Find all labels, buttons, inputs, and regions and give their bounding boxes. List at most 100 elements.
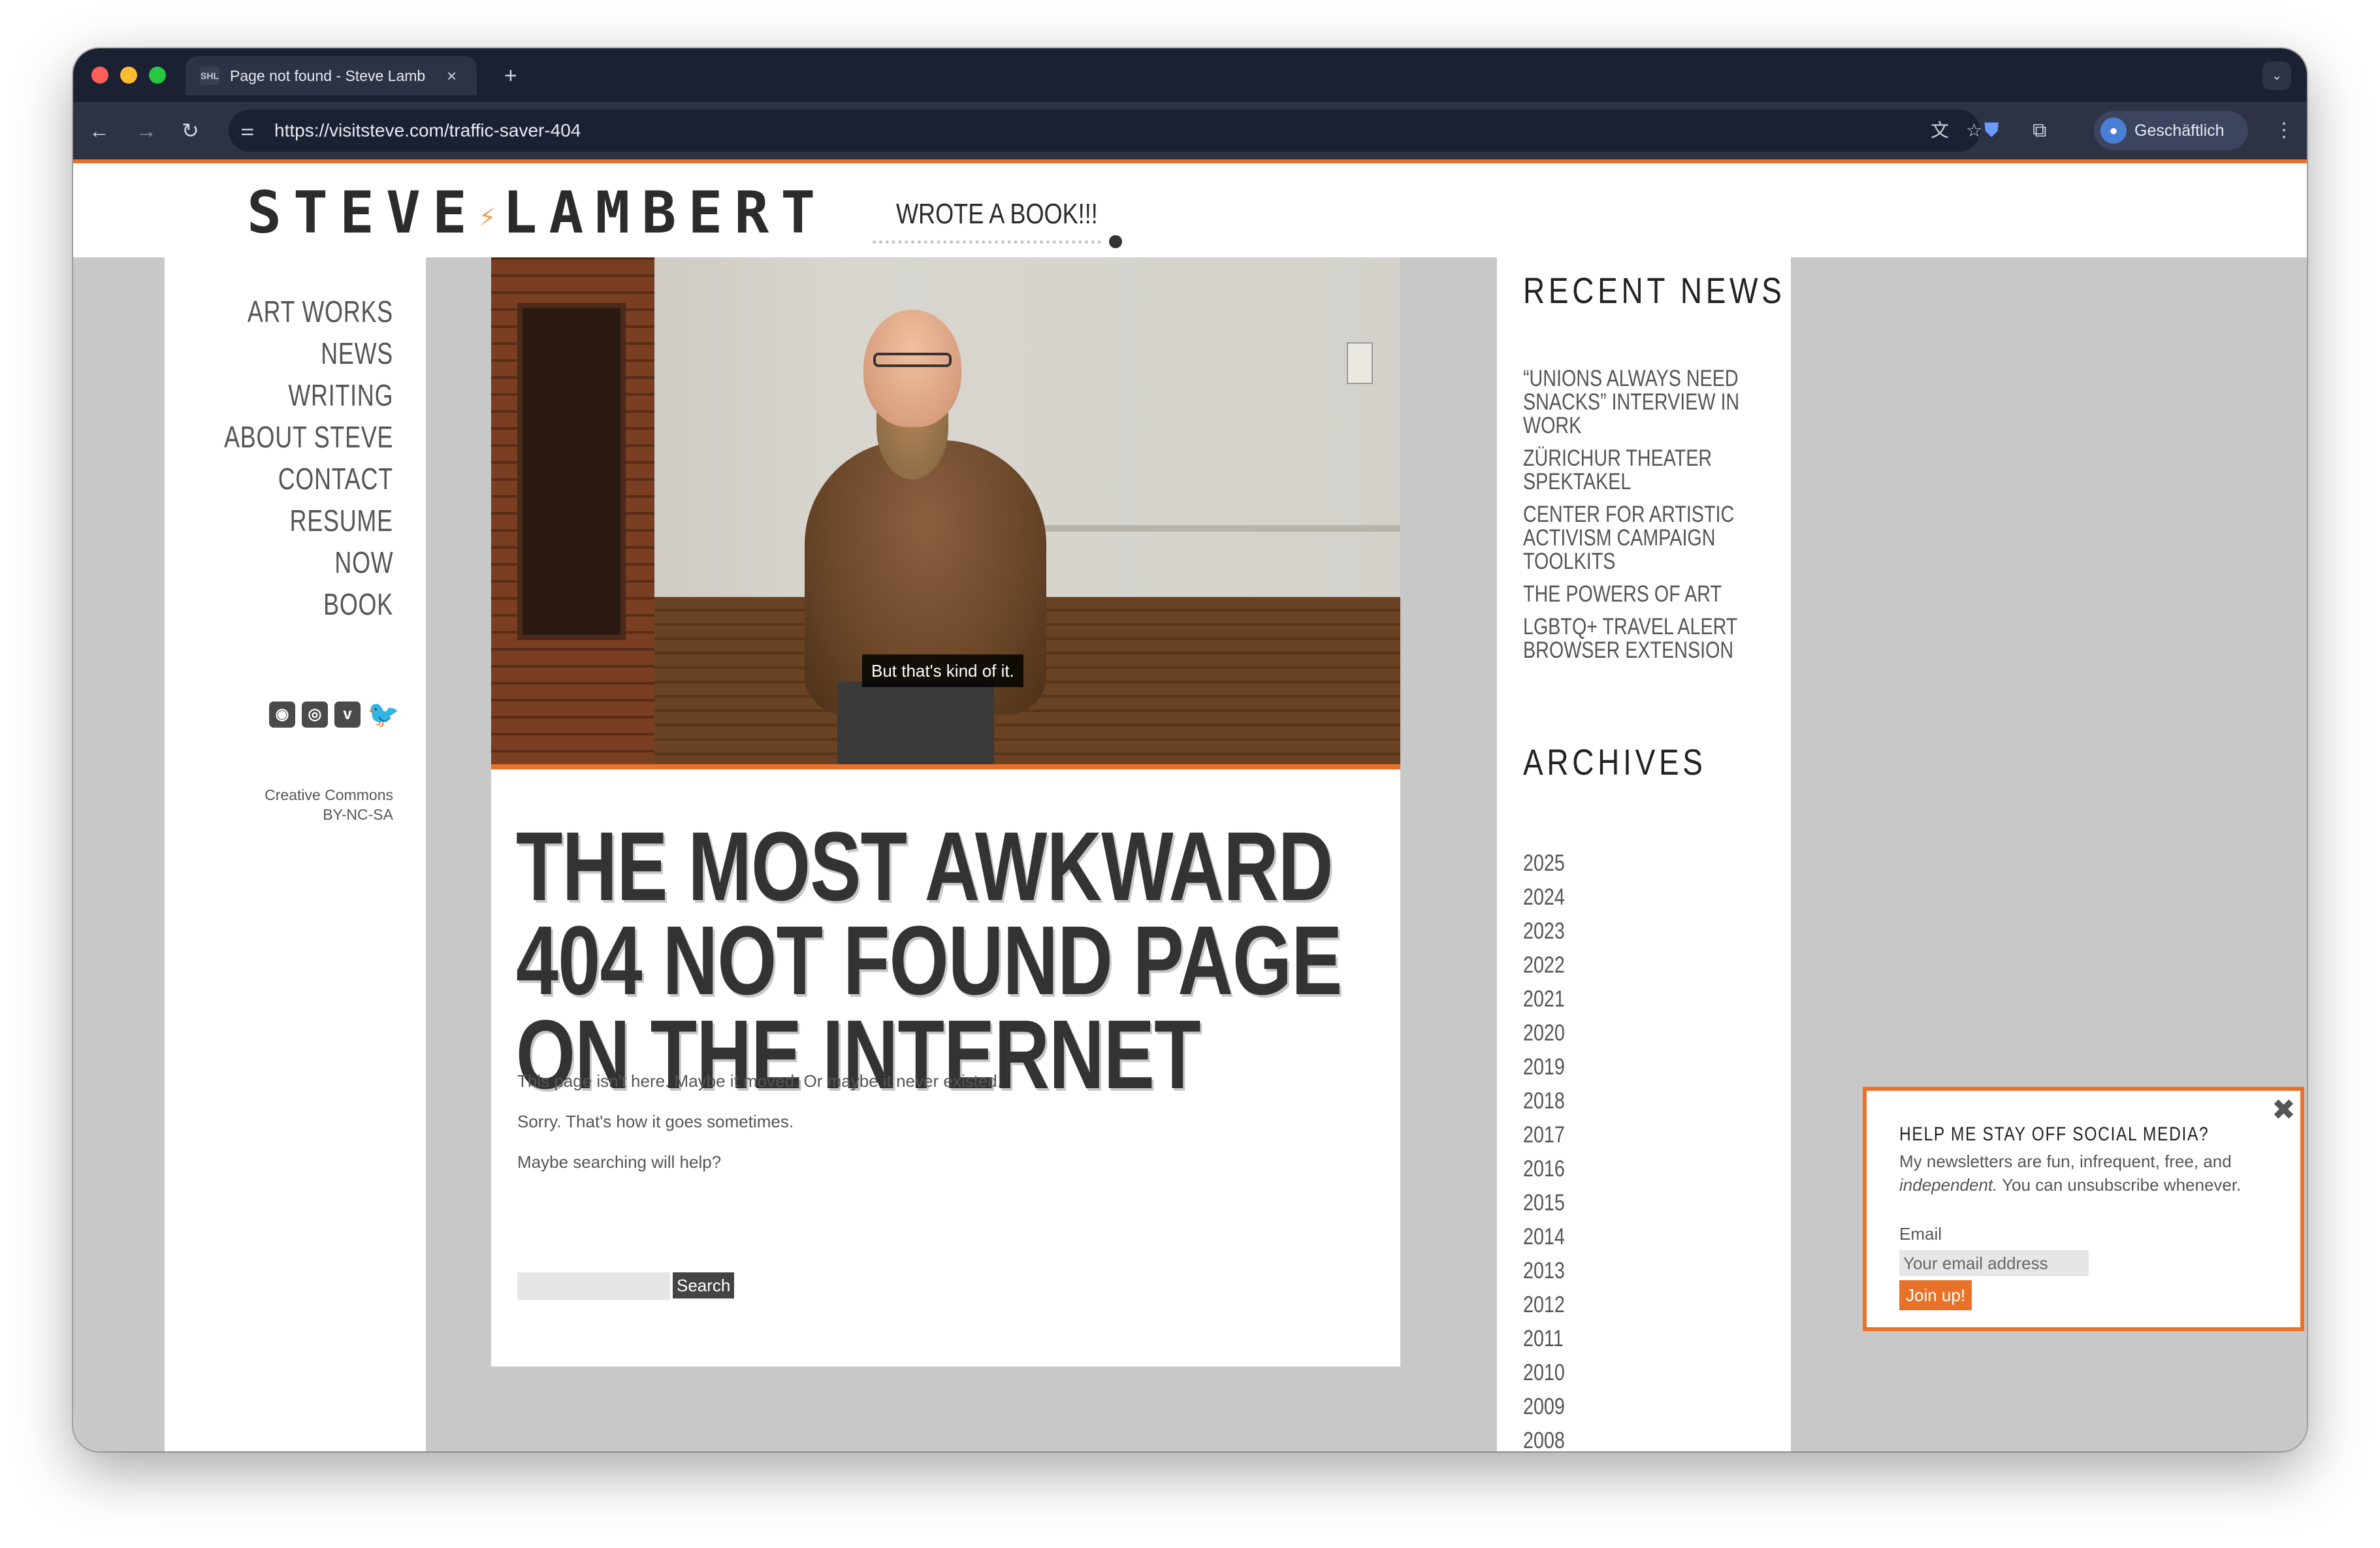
nav-item-art-works[interactable]: ART WORKS: [248, 294, 393, 329]
book-link-dot: [1109, 235, 1122, 248]
video-window: [517, 303, 626, 640]
archive-year[interactable]: 2017: [1523, 1122, 1565, 1148]
nav-item-contact[interactable]: CONTACT: [278, 461, 393, 496]
archive-year[interactable]: 2009: [1523, 1394, 1565, 1420]
archive-year[interactable]: 2013: [1523, 1258, 1565, 1284]
archive-year[interactable]: 2012: [1523, 1292, 1565, 1318]
close-icon[interactable]: ×: [447, 56, 457, 95]
email-field[interactable]: [1899, 1250, 2089, 1276]
archive-year[interactable]: 2016: [1523, 1156, 1565, 1182]
chevron-down-icon[interactable]: ⌄: [2262, 61, 2291, 90]
person-pants: [837, 682, 994, 767]
kebab-menu-icon[interactable]: ⋮: [2274, 102, 2294, 159]
person-glasses: [873, 353, 952, 367]
close-icon[interactable]: ✖: [2272, 1096, 2296, 1125]
newsletter-desc-emphasis: independent.: [1899, 1175, 1998, 1195]
site-header: STEVE⚡LAMBERT WROTE A BOOK!!!: [73, 159, 2307, 257]
newsletter-desc-part-1: My newsletters are fun, infrequent, free…: [1899, 1152, 2232, 1171]
archive-year[interactable]: 2018: [1523, 1088, 1565, 1114]
license-line-1: Creative Commons: [265, 786, 393, 803]
close-window-button[interactable]: [91, 67, 108, 84]
archive-year[interactable]: 2023: [1523, 918, 1565, 944]
left-sidebar: ART WORKS NEWS WRITING ABOUT STEVE CONTA…: [165, 257, 426, 1451]
archive-year[interactable]: 2021: [1523, 986, 1565, 1012]
logo-left: STEVE: [247, 179, 479, 246]
new-tab-icon[interactable]: +: [504, 56, 517, 95]
archive-year[interactable]: 2025: [1523, 850, 1565, 877]
social-links: ◉ ◎ v 🐦: [269, 701, 400, 730]
right-sidebar: RECENT NEWS “UNIONS ALWAYS NEED SNACKS” …: [1497, 257, 1791, 1451]
avatar: ●: [2100, 118, 2127, 144]
reload-icon[interactable]: ↻: [182, 102, 199, 159]
license-line-2: BY-NC-SA: [323, 806, 393, 823]
nav-item-writing[interactable]: WRITING: [288, 378, 393, 413]
join-up-button[interactable]: Join up!: [1899, 1280, 1972, 1310]
profile-button[interactable]: ● Geschäftlich: [2094, 111, 2248, 150]
nav-item-about-steve[interactable]: ABOUT STEVE: [224, 419, 393, 455]
archive-year[interactable]: 2014: [1523, 1224, 1565, 1250]
news-item-artistic-activism[interactable]: CENTER FOR ARTISTIC ACTIVISM CAMPAIGN TO…: [1523, 503, 1759, 573]
news-item-unions[interactable]: “UNIONS ALWAYS NEED SNACKS” INTERVIEW IN…: [1523, 367, 1759, 438]
paragraph-not-here: This page isn't here. Maybe it moved. Or…: [517, 1071, 1002, 1091]
no-smoking-sign: [1347, 342, 1373, 384]
maximize-window-button[interactable]: [149, 67, 166, 84]
twitter-icon[interactable]: 🐦: [367, 701, 400, 728]
url-text[interactable]: https://visitsteve.com/traffic-saver-404: [274, 110, 581, 152]
archive-year[interactable]: 2019: [1523, 1054, 1565, 1080]
archive-year[interactable]: 2010: [1523, 1360, 1565, 1386]
shield-extension-icon[interactable]: ⛊: [1984, 102, 1999, 159]
profile-label: Geschäftlich: [2134, 121, 2225, 140]
video-accent-border: [491, 764, 1400, 769]
star-icon[interactable]: ☆: [1966, 110, 1982, 152]
video-caption: But that's kind of it.: [862, 654, 1023, 687]
back-arrow-icon[interactable]: ←: [89, 102, 110, 159]
lightning-bolt-icon: ⚡: [478, 200, 503, 234]
site-logo[interactable]: STEVE⚡LAMBERT: [247, 180, 827, 246]
archive-year[interactable]: 2024: [1523, 884, 1565, 911]
license-text[interactable]: Creative Commons BY-NC-SA: [265, 785, 393, 824]
search-button[interactable]: Search: [673, 1272, 735, 1298]
book-link-dotted-underline: [873, 240, 1101, 244]
translate-icon[interactable]: 文: [1931, 110, 1949, 152]
paragraph-sorry: Sorry. That's how it goes sometimes.: [517, 1112, 794, 1131]
book-link[interactable]: WROTE A BOOK!!!: [896, 195, 1098, 234]
site-settings-icon[interactable]: ⚌: [240, 110, 255, 152]
site-favicon-icon: SHL: [200, 67, 219, 85]
tab-bar: SHL Page not found - Steve Lambert × + ⌄: [73, 48, 2307, 102]
video-player[interactable]: But that's kind of it.: [491, 257, 1400, 767]
extensions-puzzle-icon[interactable]: ⧉: [2033, 102, 2046, 159]
main-content: THE MOST AWKWARD 404 NOT FOUND PAGE ON T…: [491, 769, 1400, 1366]
nav-item-news[interactable]: NEWS: [321, 336, 393, 371]
archives-heading: ARCHIVES: [1523, 741, 1707, 782]
archive-year[interactable]: 2015: [1523, 1190, 1565, 1216]
nav-item-book[interactable]: BOOK: [323, 587, 393, 622]
news-item-lgbtq-travel[interactable]: LGBTQ+ TRAVEL ALERT BROWSER EXTENSION: [1523, 615, 1759, 662]
rss-icon[interactable]: ◉: [269, 701, 295, 728]
nav-item-now[interactable]: NOW: [334, 545, 393, 580]
nav-item-resume[interactable]: RESUME: [290, 503, 393, 538]
address-bar[interactable]: ⚌ https://visitsteve.com/traffic-saver-4…: [229, 110, 1982, 152]
minimize-window-button[interactable]: [120, 67, 137, 84]
email-label: Email: [1899, 1224, 1942, 1244]
search-input[interactable]: [517, 1272, 670, 1300]
archive-year[interactable]: 2022: [1523, 952, 1565, 978]
browser-toolbar: ← → ↻ ⚌ https://visitsteve.com/traffic-s…: [73, 102, 2307, 159]
newsletter-description: My newsletters are fun, infrequent, free…: [1899, 1150, 2272, 1197]
page-title: THE MOST AWKWARD 404 NOT FOUND PAGE ON T…: [516, 811, 1342, 1109]
archive-year[interactable]: 2011: [1523, 1326, 1564, 1352]
news-item-powers-of-art[interactable]: THE POWERS OF ART: [1523, 583, 1759, 606]
newsletter-popup: ✖ HELP ME STAY OFF SOCIAL MEDIA? My news…: [1863, 1087, 2304, 1331]
tab-page-not-found[interactable]: SHL Page not found - Steve Lambert ×: [185, 56, 477, 95]
recent-news-heading: RECENT NEWS: [1523, 270, 1786, 311]
archive-year[interactable]: 2020: [1523, 1020, 1565, 1046]
person-head: [863, 310, 961, 427]
newsletter-heading: HELP ME STAY OFF SOCIAL MEDIA?: [1899, 1123, 2210, 1145]
forward-arrow-icon[interactable]: →: [136, 102, 157, 159]
paragraph-searching: Maybe searching will help?: [517, 1152, 722, 1172]
news-item-zurichur[interactable]: ZÜRICHUR THEATER SPEKTAKEL: [1523, 447, 1759, 494]
logo-right: LAMBERT: [502, 179, 828, 246]
tab-title: Page not found - Steve Lambert: [230, 67, 426, 84]
instagram-icon[interactable]: ◎: [302, 701, 328, 728]
vimeo-icon[interactable]: v: [334, 701, 361, 728]
archive-year[interactable]: 2008: [1523, 1428, 1565, 1451]
